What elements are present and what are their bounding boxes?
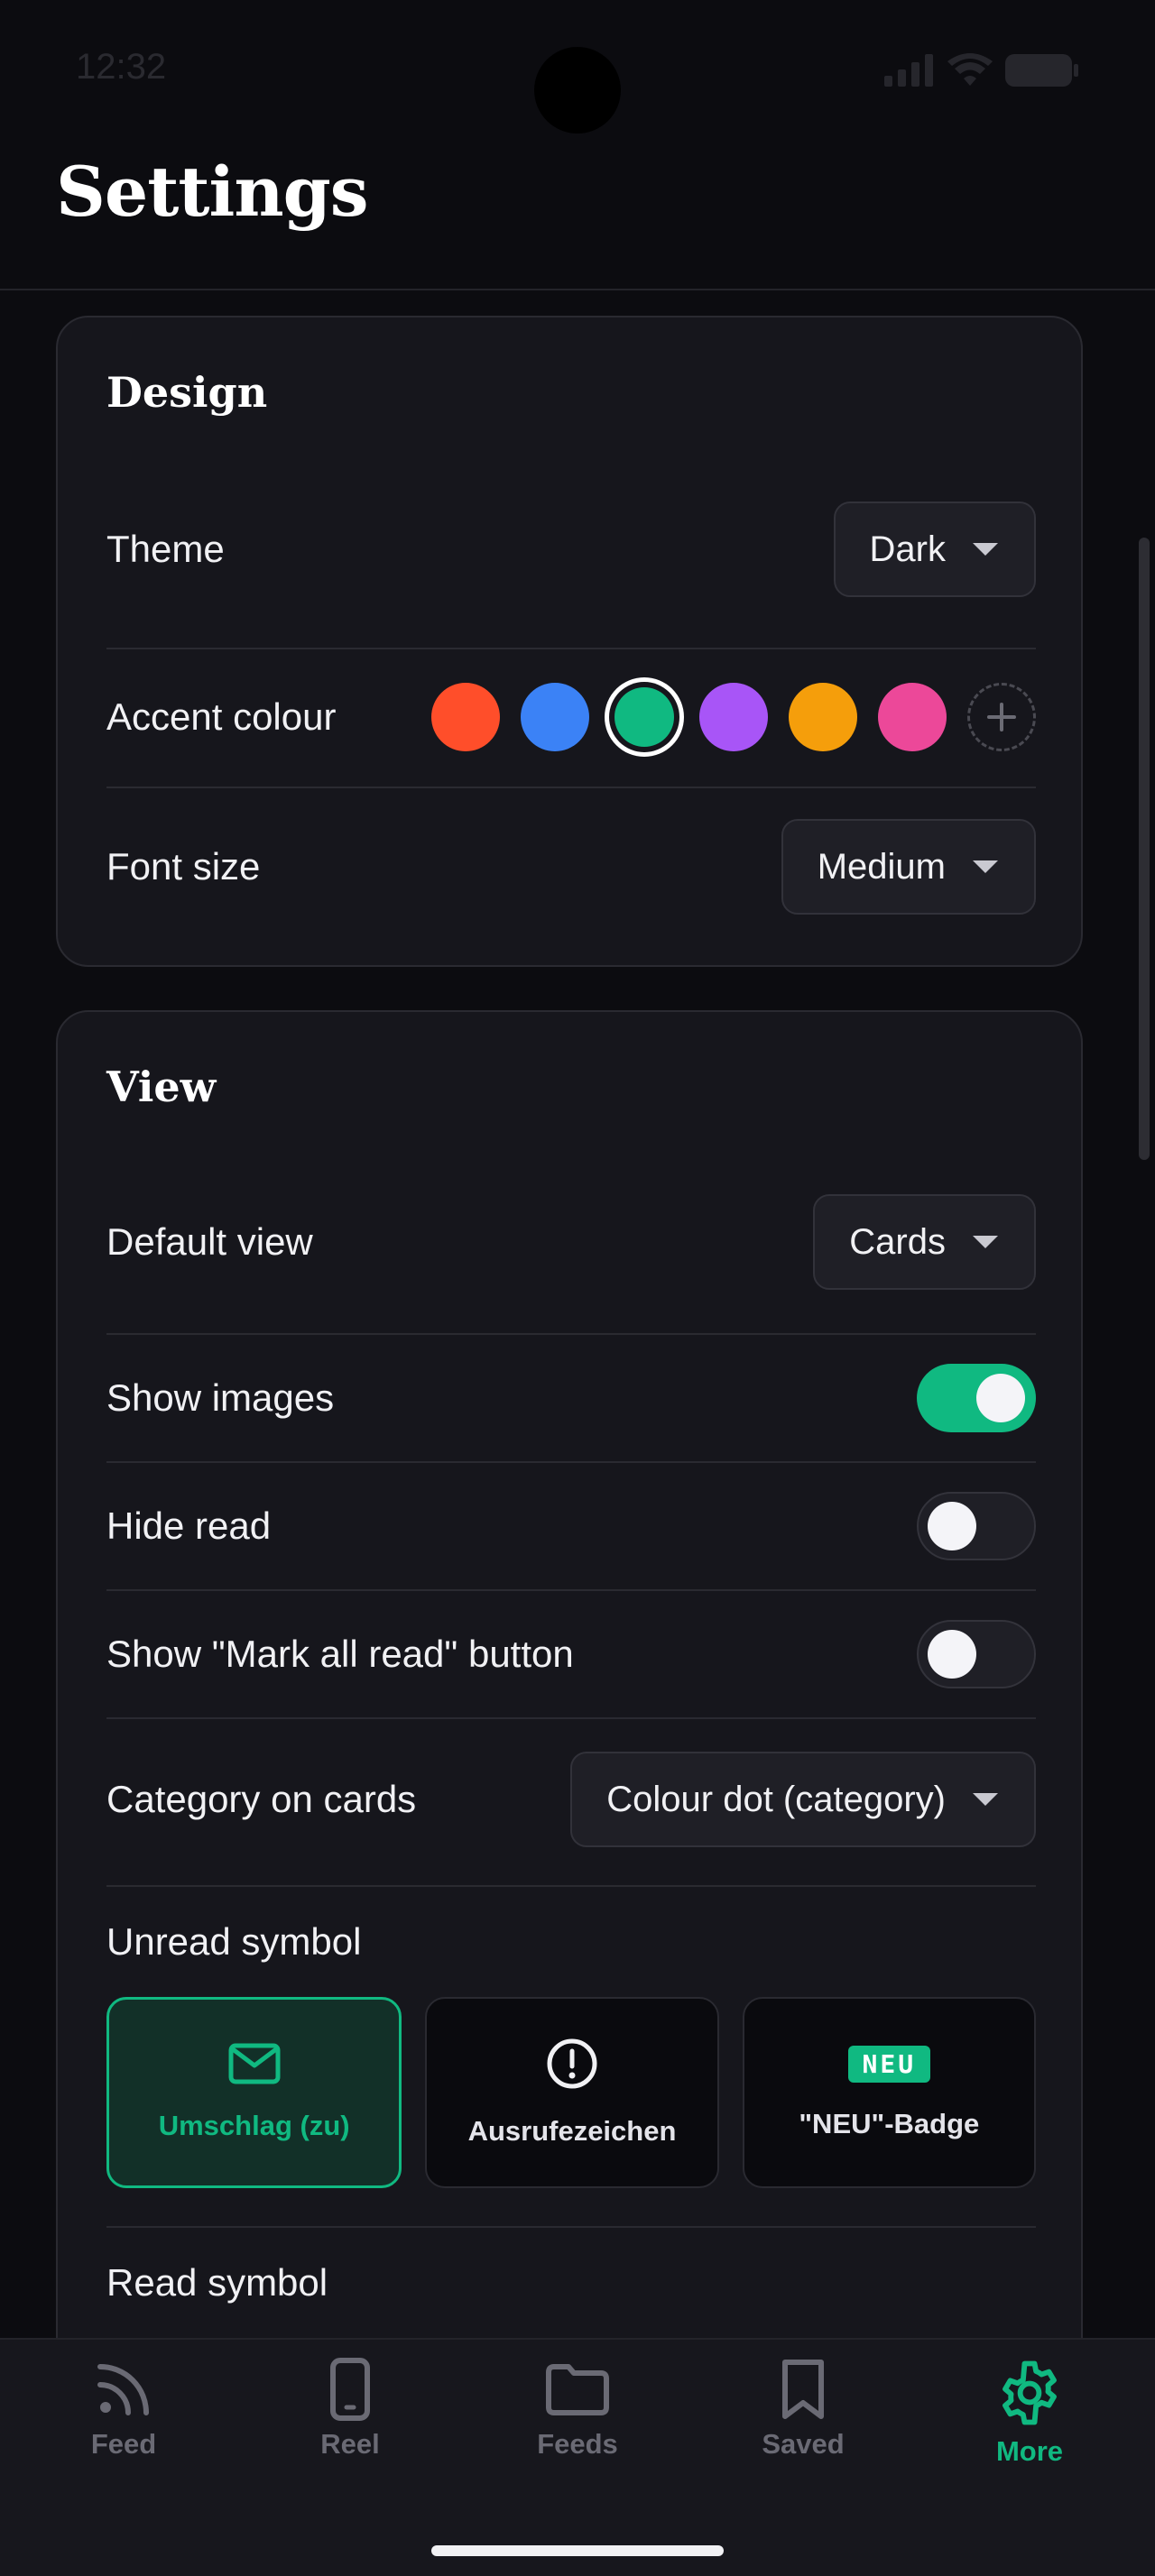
- unread-option-label: Ausrufezeichen: [467, 2115, 677, 2147]
- unread-option-label: "NEU"-Badge: [799, 2107, 980, 2139]
- mark-all-read-label: Show "Mark all read" button: [106, 1633, 574, 1675]
- swatch-green[interactable]: [614, 687, 674, 747]
- category-on-cards-select-value: Colour dot (category): [606, 1779, 946, 1819]
- design-title: Design: [106, 368, 268, 417]
- theme-select[interactable]: Dark: [833, 501, 1036, 597]
- unread-symbol-label: Unread symbol: [106, 1920, 362, 1963]
- settings-scroll-area[interactable]: Design Theme Dark Accent colour Font siz…: [0, 292, 1155, 2338]
- unread-option-neu-badge[interactable]: NEU "NEU"-Badge: [742, 1997, 1036, 2188]
- font-size-row: Font size Medium: [106, 819, 1036, 915]
- tab-label: Saved: [762, 2428, 845, 2460]
- accent-colour-row: Accent colour: [106, 649, 1036, 785]
- bottom-tab-bar: Feed Reel Feeds Saved More: [0, 2338, 1155, 2576]
- default-view-select[interactable]: Cards: [813, 1194, 1036, 1290]
- default-view-row: Default view Cards: [106, 1194, 1036, 1290]
- tab-label: Feeds: [537, 2428, 618, 2460]
- swatch-blue[interactable]: [521, 683, 589, 751]
- chevron-down-icon: [973, 1236, 998, 1248]
- swatch-orange[interactable]: [789, 683, 857, 751]
- unread-option-exclamation[interactable]: Ausrufezeichen: [425, 1997, 719, 2188]
- read-symbol-label: Read symbol: [106, 2261, 328, 2304]
- theme-select-value: Dark: [869, 529, 946, 569]
- hide-read-label: Hide read: [106, 1504, 272, 1547]
- hide-read-toggle[interactable]: [917, 1492, 1036, 1560]
- wifi-icon: [947, 53, 993, 86]
- folder-icon: [546, 2364, 609, 2415]
- design-card: Design Theme Dark Accent colour Font siz…: [56, 316, 1083, 967]
- chevron-down-icon: [973, 1793, 998, 1806]
- category-on-cards-label: Category on cards: [106, 1778, 417, 1820]
- toggle-knob: [928, 1630, 976, 1679]
- gear-icon: [1003, 2360, 1057, 2425]
- status-icons: [884, 52, 1079, 88]
- tab-reel[interactable]: Reel: [278, 2358, 422, 2461]
- view-card: View Default view Cards Show images Hide…: [56, 1010, 1083, 2338]
- accent-swatches: [431, 683, 1036, 751]
- toggle-knob: [976, 1374, 1025, 1422]
- font-size-select[interactable]: Medium: [781, 819, 1036, 915]
- tab-label: More: [995, 2435, 1064, 2467]
- page-title: Settings: [56, 152, 369, 232]
- chevron-down-icon: [973, 543, 998, 556]
- show-images-label: Show images: [106, 1376, 335, 1419]
- neu-badge: NEU: [847, 2045, 931, 2083]
- read-symbol-row: Read symbol: [106, 2251, 1036, 2314]
- divider: [106, 2226, 1036, 2228]
- swatch-purple[interactable]: [699, 683, 768, 751]
- envelope-icon: [228, 2043, 281, 2084]
- unread-option-envelope[interactable]: Umschlag (zu): [106, 1997, 402, 2188]
- tab-label: Feed: [90, 2428, 157, 2460]
- add-colour-button[interactable]: [967, 683, 1036, 751]
- status-time: 12:32: [76, 47, 167, 87]
- plus-icon: [987, 703, 1016, 731]
- theme-label: Theme: [106, 528, 225, 570]
- tab-feeds[interactable]: Feeds: [505, 2358, 650, 2461]
- bookmark-icon: [782, 2360, 824, 2419]
- show-images-toggle[interactable]: [917, 1364, 1036, 1432]
- font-size-label: Font size: [106, 845, 261, 888]
- camera-notch: [534, 47, 621, 133]
- mark-all-read-toggle[interactable]: [917, 1620, 1036, 1688]
- scrollbar-thumb[interactable]: [1139, 538, 1150, 1160]
- unread-symbol-row: Unread symbol: [106, 1910, 1036, 1973]
- category-on-cards-select[interactable]: Colour dot (category): [570, 1752, 1036, 1847]
- divider: [106, 1717, 1036, 1719]
- show-images-row: Show images: [106, 1335, 1036, 1461]
- swatch-red[interactable]: [431, 683, 500, 751]
- rss-icon: [97, 2364, 149, 2415]
- battery-icon: [1005, 54, 1078, 87]
- exclamation-icon: [547, 2038, 597, 2089]
- chevron-down-icon: [973, 860, 998, 873]
- view-title: View: [106, 1063, 217, 1111]
- divider: [106, 1885, 1036, 1887]
- unread-symbol-options: Umschlag (zu) Ausrufezeichen NEU "NEU"-B…: [106, 1997, 1036, 2188]
- phone-icon: [330, 2358, 370, 2421]
- hide-read-row: Hide read: [106, 1463, 1036, 1589]
- home-indicator[interactable]: [431, 2545, 724, 2556]
- divider: [106, 787, 1036, 788]
- tab-label: Reel: [320, 2428, 380, 2460]
- mark-all-read-row: Show "Mark all read" button: [106, 1591, 1036, 1717]
- theme-row: Theme Dark: [106, 501, 1036, 597]
- toggle-knob: [928, 1502, 976, 1550]
- unread-option-label: Umschlag (zu): [158, 2110, 350, 2141]
- tab-saved[interactable]: Saved: [731, 2358, 875, 2461]
- category-on-cards-row: Category on cards Colour dot (category): [106, 1752, 1036, 1847]
- signal-icon: [884, 54, 933, 87]
- default-view-label: Default view: [106, 1220, 313, 1263]
- tab-more[interactable]: More: [957, 2358, 1102, 2468]
- font-size-select-value: Medium: [817, 846, 946, 887]
- page-header: Settings: [0, 144, 1155, 290]
- swatch-pink[interactable]: [878, 683, 947, 751]
- tab-feed[interactable]: Feed: [51, 2358, 196, 2461]
- status-bar: 12:32: [0, 0, 1155, 144]
- default-view-select-value: Cards: [849, 1221, 946, 1262]
- accent-colour-label: Accent colour: [106, 695, 337, 738]
